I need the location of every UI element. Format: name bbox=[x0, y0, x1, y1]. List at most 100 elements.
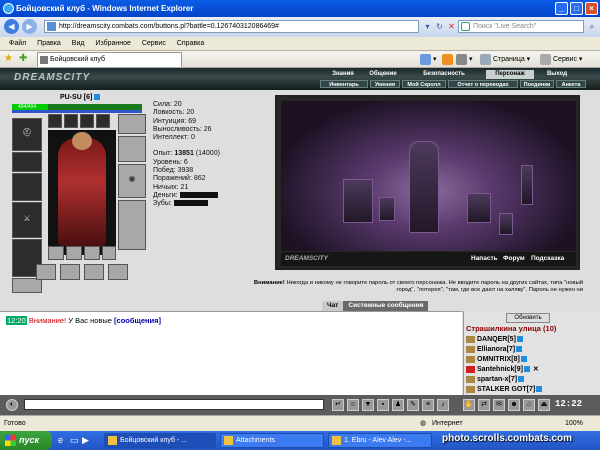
save-icon[interactable]: ▪ bbox=[377, 399, 389, 411]
player-row[interactable]: spartan-x[7] bbox=[466, 375, 600, 385]
back-icon[interactable]: ◀ bbox=[4, 19, 19, 34]
tab-chat[interactable]: Чат bbox=[322, 301, 344, 311]
menu-file[interactable]: Файл bbox=[9, 37, 26, 51]
mail-icon[interactable]: ✉ bbox=[493, 399, 505, 411]
menu-communication[interactable]: Общение bbox=[364, 70, 402, 79]
helmet-slot[interactable]: ⛑ bbox=[12, 118, 42, 151]
favorites-star-icon[interactable]: ★ bbox=[4, 53, 13, 65]
messages-link[interactable]: [сообщения] bbox=[114, 316, 161, 325]
task-attachments[interactable]: Attachments bbox=[220, 433, 324, 448]
info-icon[interactable] bbox=[520, 356, 527, 363]
chat-input[interactable] bbox=[24, 399, 324, 410]
refresh-button[interactable]: Обновить bbox=[506, 313, 550, 323]
player-row[interactable]: Santehnick[9] ✕ bbox=[466, 365, 600, 375]
info-icon[interactable] bbox=[516, 346, 523, 353]
menu-character[interactable]: Персонаж bbox=[486, 70, 534, 79]
player-row[interactable]: DANQER[5] bbox=[466, 335, 600, 345]
ring-slot-1[interactable] bbox=[48, 114, 62, 128]
page-menu-button[interactable]: Страница ▾ bbox=[480, 53, 530, 66]
menu-favorites[interactable]: Избранное bbox=[95, 37, 130, 51]
maximize-icon[interactable]: □ bbox=[570, 2, 583, 15]
attack-link[interactable]: Напасть bbox=[471, 252, 498, 266]
menu-tools[interactable]: Сервис bbox=[142, 37, 166, 51]
map-icon[interactable]: ⌂ bbox=[523, 399, 535, 411]
hint-link[interactable]: Подсказка bbox=[531, 252, 564, 266]
exit-icon[interactable]: ⏏ bbox=[538, 399, 550, 411]
minimize-icon[interactable]: _ bbox=[555, 2, 568, 15]
player-row[interactable]: STALKER GOT[7] bbox=[466, 385, 600, 395]
right-building[interactable] bbox=[467, 193, 491, 223]
menu-security[interactable]: Безопасность bbox=[416, 70, 472, 79]
info-icon[interactable] bbox=[536, 386, 543, 393]
potion-slot-4[interactable] bbox=[108, 264, 128, 280]
ring-slot-3[interactable] bbox=[80, 114, 94, 128]
tab-combats[interactable]: Бойцовский клуб bbox=[37, 52, 182, 67]
bag-slot-1[interactable] bbox=[48, 246, 64, 260]
task-combats[interactable]: Бойцовский клуб - ... bbox=[104, 433, 216, 448]
weapon-slot[interactable]: ⚔ bbox=[12, 202, 42, 238]
player-row[interactable]: Ellianora[7] bbox=[466, 345, 600, 355]
location-scene[interactable] bbox=[281, 101, 576, 251]
potion-slot-1[interactable] bbox=[36, 264, 56, 280]
clear-icon[interactable]: ✎ bbox=[407, 399, 419, 411]
amulet-slot[interactable] bbox=[12, 173, 42, 201]
user-icon[interactable]: ♟ bbox=[392, 399, 404, 411]
filter-icon[interactable]: ▼ bbox=[362, 399, 374, 411]
url-input[interactable]: http://dreamscity.combats.com/buttons.pl… bbox=[44, 20, 419, 33]
small-building[interactable] bbox=[379, 197, 395, 221]
scroll-icon[interactable]: ≡ bbox=[422, 399, 434, 411]
trade-icon[interactable]: ⇄ bbox=[478, 399, 490, 411]
central-tower[interactable] bbox=[409, 141, 439, 233]
bag-slot-3[interactable] bbox=[84, 246, 100, 260]
submenu-my-scroll[interactable]: Мой Скролл bbox=[402, 80, 446, 88]
submenu-inventory[interactable]: Инвентарь bbox=[320, 80, 368, 88]
chat-mode-icon[interactable]: ◐ bbox=[6, 399, 18, 411]
home-button[interactable]: ▾ bbox=[420, 53, 437, 66]
gloves-slot[interactable] bbox=[118, 114, 146, 134]
info-icon[interactable] bbox=[518, 376, 525, 383]
menu-knowledge[interactable]: Знания bbox=[327, 70, 359, 79]
sound-icon[interactable]: ♪ bbox=[437, 399, 449, 411]
menu-edit[interactable]: Правка bbox=[37, 37, 61, 51]
ring-slot-2[interactable] bbox=[64, 114, 78, 128]
info-icon[interactable] bbox=[516, 336, 523, 343]
bracers-slot[interactable] bbox=[118, 136, 146, 162]
ring-slot-4[interactable] bbox=[96, 114, 110, 128]
stop-icon[interactable]: ✕ bbox=[445, 20, 458, 33]
search-icon[interactable]: ⌕ bbox=[586, 20, 598, 33]
forward-icon[interactable]: ▶ bbox=[22, 19, 37, 34]
spire-building[interactable] bbox=[521, 165, 533, 205]
character-name[interactable]: PU-SU [6] bbox=[60, 94, 101, 101]
search-input[interactable]: Поиск "Live Search" bbox=[458, 20, 584, 33]
print-button[interactable]: ▾ bbox=[456, 53, 473, 66]
potion-slot-2[interactable] bbox=[60, 264, 80, 280]
task-music[interactable]: 1. Ebru - Alev Alev -... bbox=[328, 433, 432, 448]
earring-slot[interactable] bbox=[12, 152, 42, 172]
feeds-button[interactable] bbox=[442, 53, 455, 66]
smiles-icon[interactable]: ☺ bbox=[347, 399, 359, 411]
close-icon[interactable]: × bbox=[585, 2, 598, 15]
zoom-level[interactable]: 100% bbox=[565, 417, 583, 431]
boots-slot[interactable] bbox=[118, 200, 146, 250]
bag-slot-2[interactable] bbox=[66, 246, 82, 260]
info-icon[interactable] bbox=[94, 94, 101, 101]
forum-link[interactable]: Форум bbox=[503, 252, 525, 266]
info-icon[interactable] bbox=[523, 366, 530, 373]
add-favorite-icon[interactable]: ✚ bbox=[19, 53, 27, 65]
belt-slot[interactable] bbox=[12, 278, 42, 293]
menu-view[interactable]: Вид bbox=[72, 37, 85, 51]
menu-exit[interactable]: Выход bbox=[542, 70, 572, 79]
submenu-transfers[interactable]: Отчет о переводах bbox=[448, 80, 518, 88]
submenu-skills[interactable]: Умения bbox=[370, 80, 400, 88]
shield-slot[interactable]: ◉ bbox=[118, 164, 146, 198]
service-menu-button[interactable]: Сервис ▾ bbox=[540, 53, 582, 66]
quicklaunch-ie-icon[interactable]: e bbox=[58, 435, 63, 445]
start-button[interactable]: пуск bbox=[0, 431, 52, 450]
quicklaunch-desktop-icon[interactable]: ▭ bbox=[70, 435, 79, 446]
submenu-duels[interactable]: Поединки bbox=[520, 80, 554, 88]
submenu-profile[interactable]: Анкета bbox=[556, 80, 586, 88]
character-doll[interactable] bbox=[48, 130, 116, 255]
friends-icon[interactable]: ☻ bbox=[508, 399, 520, 411]
quicklaunch-media-icon[interactable]: ▶ bbox=[82, 435, 89, 446]
menu-help[interactable]: Справка bbox=[177, 37, 204, 51]
